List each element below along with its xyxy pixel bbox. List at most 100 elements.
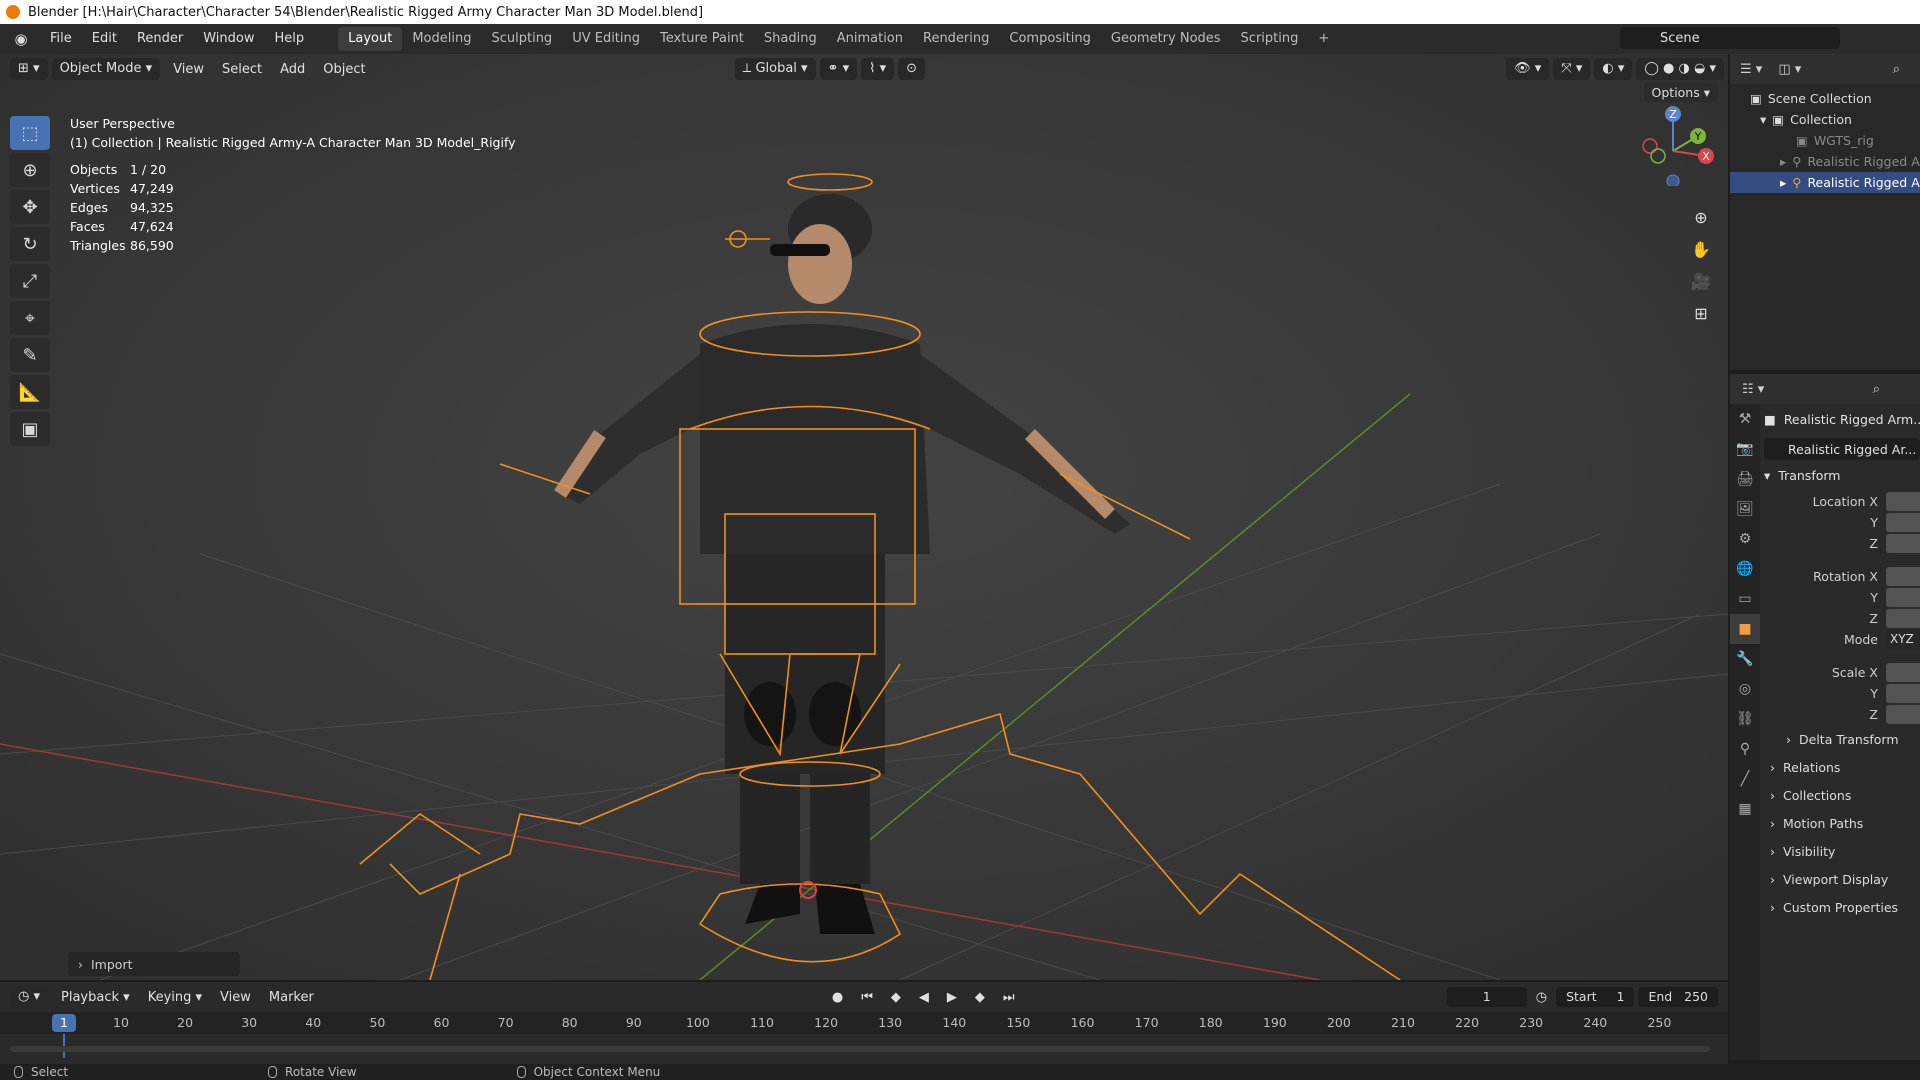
pan-hand-icon[interactable]: ✋ [1686,234,1716,264]
render-tab-icon[interactable]: 📷 [1730,434,1760,464]
timeline-menu-marker[interactable]: Marker [260,990,323,1005]
timeline-menu-view[interactable]: View [211,990,260,1005]
transform-section[interactable]: ▾ Transform [1764,464,1920,487]
tab-rendering[interactable]: Rendering [913,27,999,51]
visibility-icon[interactable]: 👁 ▾ [1506,58,1550,80]
location-y-field[interactable] [1886,513,1920,532]
orientation-dropdown[interactable]: ⟂ Global ▾ [734,58,816,80]
blender-menu-icon[interactable]: ◉ [12,30,30,48]
bone-tab-icon[interactable]: ╱ [1730,764,1760,794]
outliner-item-scene-collection[interactable]: ▣ Scene Collection [1730,88,1920,109]
viewport-menu-add[interactable]: Add [271,62,314,77]
modifier-tab-icon[interactable]: 🔧 [1730,644,1760,674]
mode-dropdown[interactable]: Object Mode ▾ [51,58,161,80]
last-operation-panel[interactable]: › Import [68,952,240,976]
timeline-menu-playback[interactable]: Playback ▾ [52,990,139,1005]
tab-compositing[interactable]: Compositing [999,27,1101,51]
display-mode-icon[interactable]: ◫ ▾ [1778,62,1801,77]
pivot-icon[interactable]: ⚭ ▾ [819,58,858,80]
frame-cursor[interactable]: 1 [52,1014,76,1032]
viewport-display-section[interactable]: › Viewport Display [1764,865,1920,893]
tab-sculpting[interactable]: Sculpting [481,27,562,51]
custom-properties-section[interactable]: › Custom Properties [1764,893,1920,921]
current-frame-field[interactable]: 1 [1446,987,1527,1007]
rotation-z-field[interactable] [1886,609,1920,628]
tab-texture-paint[interactable]: Texture Paint [650,27,754,51]
outliner-item-armature-selected[interactable]: ▸ ⚲ Realistic Rigged Arm [1730,172,1920,193]
tool-tab-icon[interactable]: ⚒ [1730,404,1760,434]
object-name[interactable]: Realistic Rigged Arm... [1784,412,1920,427]
timeline-editor-icon[interactable]: ◷ ▾ [10,986,49,1008]
viewport-menu-view[interactable]: View [164,62,213,77]
outliner-item-armature[interactable]: ▸ ⚲ Realistic Rigged Arm [1730,151,1920,172]
select-box-tool-icon[interactable]: ⬚ [10,116,50,150]
gizmo-toggle-icon[interactable]: ⤧ ▾ [1553,58,1591,80]
menu-help[interactable]: Help [265,27,315,51]
tab-geometry-nodes[interactable]: Geometry Nodes [1101,27,1231,51]
view-layer-tab-icon[interactable]: 🖼 [1730,494,1760,524]
jump-end-icon[interactable]: ⏭ [994,990,1024,1005]
shading-modes-icon[interactable]: ◯ ● ◑ ◒ ▾ [1636,58,1724,80]
viewport-menu-object[interactable]: Object [314,62,374,77]
chevron-right-icon[interactable]: ▸ [1780,154,1786,169]
collections-section[interactable]: › Collections [1764,781,1920,809]
jump-start-icon[interactable]: ⏮ [852,990,882,1005]
motion-paths-section[interactable]: › Motion Paths [1764,809,1920,837]
output-tab-icon[interactable]: 🖨 [1730,464,1760,494]
rotation-y-field[interactable] [1886,588,1920,607]
outliner-item-wgts-rig[interactable]: ▣ WGTS_rig [1730,130,1920,151]
tab-animation[interactable]: Animation [827,27,913,51]
snap-icon[interactable]: ⌇ ▾ [861,58,895,80]
menu-file[interactable]: File [40,27,82,51]
constraints-tab-icon[interactable]: ⛓ [1730,704,1760,734]
next-keyframe-icon[interactable]: ◆ [966,990,994,1005]
visibility-section[interactable]: › Visibility [1764,837,1920,865]
clock-icon[interactable]: ◷ [1527,990,1556,1005]
overlays-icon[interactable]: ◐ ▾ [1594,58,1633,80]
move-tool-icon[interactable]: ✥ [10,190,50,224]
start-frame-field[interactable]: Start 1 [1556,987,1635,1007]
viewport-menu-select[interactable]: Select [213,62,271,77]
scene-selector[interactable]: Scene [1620,27,1840,49]
timeline-menu-keying[interactable]: Keying ▾ [139,990,211,1005]
zoom-icon[interactable]: ⊕ [1686,202,1716,232]
relations-section[interactable]: › Relations [1764,753,1920,781]
collection-tab-icon[interactable]: ▭ [1730,584,1760,614]
scale-tool-icon[interactable]: ⤢ [10,264,50,298]
chevron-down-icon[interactable]: ▾ [1760,112,1766,127]
scale-x-field[interactable] [1886,663,1920,682]
armature-data-tab-icon[interactable]: ⚲ [1730,734,1760,764]
add-cube-tool-icon[interactable]: ▣ [10,412,50,446]
rotate-tool-icon[interactable]: ↻ [10,227,50,261]
search-icon[interactable]: ⌕ [1893,62,1900,77]
end-frame-field[interactable]: End 250 [1638,987,1718,1007]
editor-type-icon[interactable]: ⊞ ▾ [10,58,48,80]
add-workspace-icon[interactable]: + [1308,27,1339,51]
scale-z-field[interactable] [1886,705,1920,724]
annotate-tool-icon[interactable]: ✎ [10,338,50,372]
menu-edit[interactable]: Edit [82,27,127,51]
rotation-mode-dropdown[interactable]: XYZ [1886,630,1920,649]
grid-view-icon[interactable]: ⊞ [1686,298,1716,328]
scene-tab-icon[interactable]: ⚙ [1730,524,1760,554]
outliner-editor-icon[interactable]: ☰ ▾ [1740,62,1762,77]
outliner-item-collection[interactable]: ▾ ▣ Collection [1730,109,1920,130]
scale-y-field[interactable] [1886,684,1920,703]
timeline-ruler[interactable]: 1 10 20 30 40 50 60 70 80 90 100 110 120 130 140 150 16… [0,1012,1728,1034]
measure-tool-icon[interactable]: 📐 [10,375,50,409]
navigation-gizmo[interactable]: Z Y X [1628,96,1718,186]
physics-tab-icon[interactable]: ◎ [1730,674,1760,704]
play-reverse-icon[interactable]: ◀ [910,990,938,1005]
timeline-scrollbar[interactable] [10,1046,1710,1052]
proportional-edit-icon[interactable]: ⊙ [898,58,926,80]
tab-modeling[interactable]: Modeling [402,27,481,51]
cursor-tool-icon[interactable]: ⊕ [10,153,50,187]
world-tab-icon[interactable]: 🌐 [1730,554,1760,584]
tab-layout[interactable]: Layout [338,27,403,51]
menu-render[interactable]: Render [127,27,193,51]
location-z-field[interactable] [1886,534,1920,553]
chevron-right-icon[interactable]: ▸ [1780,175,1786,190]
menu-window[interactable]: Window [193,27,264,51]
texture-tab-icon[interactable]: ▦ [1730,794,1760,824]
delta-transform-section[interactable]: › Delta Transform [1764,725,1920,753]
